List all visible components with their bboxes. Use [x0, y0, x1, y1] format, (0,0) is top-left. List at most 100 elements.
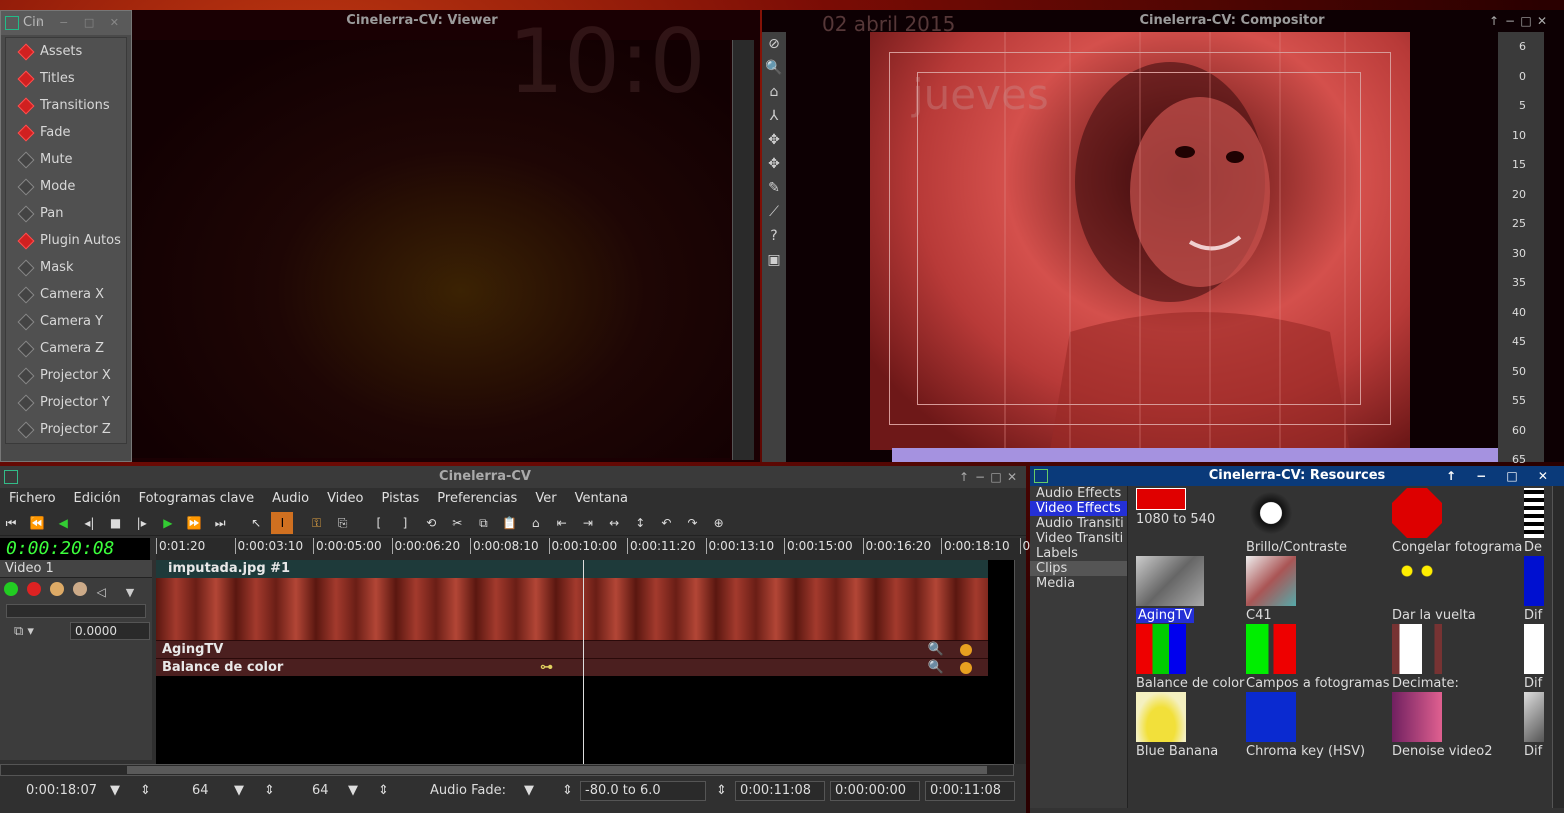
toggle-diamond-icon[interactable]: [17, 178, 35, 196]
toggle-diamond-icon[interactable]: [17, 151, 35, 169]
selection-end-field[interactable]: 0:00:11:08: [925, 781, 1015, 801]
loop-icon[interactable]: ⟲: [420, 512, 442, 534]
zoom-tool-icon[interactable]: 🔍: [762, 56, 786, 80]
resource-item[interactable]: Chroma key (HSV): [1246, 692, 1396, 759]
redo-icon[interactable]: ↷: [682, 512, 704, 534]
resource-item[interactable]: Dar la vuelta: [1392, 556, 1542, 623]
mute-icon[interactable]: ◁: [97, 585, 111, 599]
overlay-item[interactable]: Assets: [6, 38, 126, 65]
overlay-item[interactable]: Transitions: [6, 92, 126, 119]
overlay-item[interactable]: Mode: [6, 173, 126, 200]
resources-window-controls[interactable]: ↑ − □ ✕: [1446, 466, 1556, 486]
projector-move-icon[interactable]: ✥: [762, 152, 786, 176]
pencil-tool-icon[interactable]: ✎: [762, 176, 786, 200]
menu-ventana[interactable]: Ventana: [566, 488, 637, 510]
toggle-diamond-icon[interactable]: [17, 340, 35, 358]
overlay-item[interactable]: Projector X: [6, 362, 126, 389]
auto-keyframe-icon[interactable]: ⎘: [332, 512, 354, 534]
playhead-cursor[interactable]: [583, 560, 584, 764]
label-icon[interactable]: ⌂: [525, 512, 547, 534]
frame-back-icon[interactable]: ◂|: [78, 512, 100, 534]
overlays-titlebar[interactable]: Cin ↑ − □ ✕: [1, 11, 131, 35]
in-point-icon[interactable]: [: [368, 512, 390, 534]
gang-icon[interactable]: [50, 582, 65, 596]
toggle-diamond-icon[interactable]: [17, 421, 35, 439]
fade-value[interactable]: 0.0000: [70, 622, 150, 640]
zoom-icon[interactable]: 🔍: [928, 641, 944, 659]
clip-thumbnails[interactable]: [156, 578, 988, 640]
toggle-diamond-icon[interactable]: [17, 205, 35, 223]
folder-item[interactable]: Video Effects: [1030, 501, 1127, 516]
main-titlebar[interactable]: Cinelerra-CV ↑ − □ ✕: [0, 466, 1026, 488]
overlay-item[interactable]: Camera Y: [6, 308, 126, 335]
range-field[interactable]: -80.0 to 6.0: [580, 781, 706, 801]
resource-item[interactable]: Decimate:: [1392, 624, 1542, 691]
ibeam-mode-icon[interactable]: I: [271, 512, 294, 534]
record-track-icon[interactable]: [27, 582, 42, 596]
menu-ver[interactable]: Ver: [526, 488, 565, 510]
out-point-icon[interactable]: ]: [394, 512, 416, 534]
folder-item[interactable]: Audio Effects: [1030, 486, 1127, 501]
resource-item[interactable]: Congelar fotograma: [1392, 488, 1542, 555]
menu-fichero[interactable]: Fichero: [0, 488, 65, 510]
scroll-thumb[interactable]: [127, 766, 987, 774]
splice-icon[interactable]: ⊕: [708, 512, 730, 534]
horizontal-scrollbar[interactable]: [0, 764, 1014, 776]
toggle-diamond-icon[interactable]: [17, 313, 35, 331]
resources-scrollbar[interactable]: [1552, 486, 1564, 808]
selection-spin-icon[interactable]: ⇕: [716, 780, 727, 802]
copy-icon[interactable]: ⧉: [472, 512, 494, 534]
overlay-item[interactable]: Pan: [6, 200, 126, 227]
overlay-item[interactable]: Titles: [6, 65, 126, 92]
overlay-item[interactable]: Fade: [6, 119, 126, 146]
overlay-item[interactable]: Projector Y: [6, 389, 126, 416]
frame-forward-icon[interactable]: |▸: [131, 512, 153, 534]
next-label-icon[interactable]: ⇥: [577, 512, 599, 534]
toggle-diamond-icon[interactable]: [17, 43, 35, 61]
menu-edición[interactable]: Edición: [65, 488, 130, 510]
toggle-diamond-icon[interactable]: [17, 367, 35, 385]
overlay-item[interactable]: Projector Z: [6, 416, 126, 443]
help-icon[interactable]: ?: [762, 224, 786, 248]
menu-pistas[interactable]: Pistas: [373, 488, 429, 510]
folder-item[interactable]: Audio Transiti: [1030, 516, 1127, 531]
toggle-diamond-icon[interactable]: [17, 70, 35, 88]
expand-icon[interactable]: ↕: [629, 512, 651, 534]
toggle-diamond-icon[interactable]: [17, 124, 35, 142]
expand-track-icon[interactable]: ▼: [126, 586, 134, 599]
menu-preferencias[interactable]: Preferencias: [428, 488, 526, 510]
zoom-icon[interactable]: 🔍: [928, 659, 944, 677]
toggle-diamond-icon[interactable]: [17, 286, 35, 304]
range-spin-icon[interactable]: ⇕: [562, 780, 573, 802]
forward-end-icon[interactable]: ⏭: [209, 512, 231, 534]
ruler-tool-icon[interactable]: ⌂: [762, 80, 786, 104]
amp-zoom-spin-icon[interactable]: ⇕: [378, 780, 389, 802]
toggle-diamond-icon[interactable]: [17, 394, 35, 412]
sample-zoom-dropdown-icon[interactable]: ▼: [234, 780, 244, 802]
resource-item[interactable]: Dif: [1524, 692, 1554, 759]
resource-item[interactable]: Brillo/Contraste: [1246, 488, 1396, 555]
selection-length-field[interactable]: 0:00:00:00: [830, 781, 920, 801]
time-ruler[interactable]: 0:01:20 0:00:03:10 0:00:05:00 0:00:06:20 0:0…: [156, 538, 1049, 560]
menu-fotogramas-clave[interactable]: Fotogramas clave: [130, 488, 264, 510]
paste-icon[interactable]: 📋: [499, 512, 521, 534]
effect-knob-icon[interactable]: [960, 662, 972, 674]
effect-row-balance[interactable]: Balance de color ⊶ 🔍: [156, 658, 988, 676]
mask-tool-icon[interactable]: ⊘: [762, 32, 786, 56]
resource-item[interactable]: Campos a fotogramas: [1246, 624, 1396, 691]
zoom-spin-icon[interactable]: ⇕: [140, 780, 151, 802]
draw-media-icon[interactable]: [73, 582, 88, 596]
track-canvas[interactable]: imputada.jpg #1 AgingTV 🔍 Balance de col…: [156, 560, 1014, 764]
menu-audio[interactable]: Audio: [263, 488, 318, 510]
clip-title[interactable]: imputada.jpg #1: [156, 560, 988, 578]
prev-label-icon[interactable]: ⇤: [551, 512, 573, 534]
effect-knob-icon[interactable]: [960, 644, 972, 656]
menu-video[interactable]: Video: [318, 488, 372, 510]
overlay-item[interactable]: Mute: [6, 146, 126, 173]
keyframe-icon[interactable]: ⚿: [306, 512, 328, 534]
zoom-dropdown-icon[interactable]: ▼: [110, 780, 120, 802]
resource-item[interactable]: De: [1524, 488, 1554, 555]
rewind-start-icon[interactable]: ⏮: [0, 512, 22, 534]
overlay-item[interactable]: Plugin Autos: [6, 227, 126, 254]
resource-item[interactable]: Denoise video2: [1392, 692, 1542, 759]
